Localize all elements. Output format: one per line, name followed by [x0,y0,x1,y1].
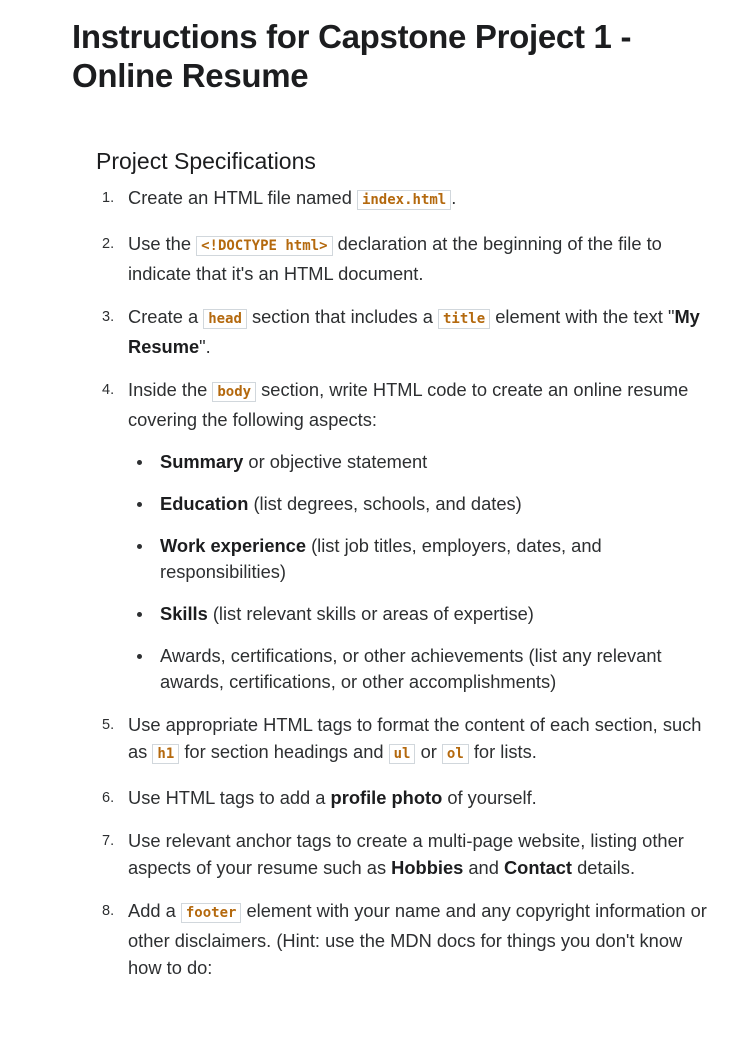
step-text: Use the [128,233,197,254]
inline-code: index.html [356,190,452,210]
step-text: Inside the [128,379,213,400]
bullet-icon [137,502,142,507]
inline-code: <!DOCTYPE html> [196,236,333,256]
step-text: Use HTML tags to add a [128,787,331,808]
step-text: or [415,741,442,762]
section-heading: Project Specifications [96,148,316,174]
bold-text: Hobbies [391,857,464,878]
inline-code: h1 [152,744,180,764]
bullet-item: Work experience (list job titles, employ… [137,533,718,585]
specifications-list: 1. Create an HTML file named index.html. … [96,184,718,997]
step-text: ". [199,336,211,357]
bullet-item: Skills (list relevant skills or areas of… [137,601,718,627]
bold-text: Education [160,493,249,514]
list-item: 5. Use appropriate HTML tags to format th… [102,711,718,768]
bold-text: Skills [160,603,208,624]
bullet-item: Awards, certifications, or other achieve… [137,643,718,695]
step-number: 5. [102,717,115,733]
inline-code: ul [388,744,416,764]
bullet-icon [137,612,142,617]
step-text: element with the text " [490,306,675,327]
bullet-text: or objective statement [243,451,428,472]
step-text: section that includes a [246,306,438,327]
step-number: 8. [102,903,115,919]
bullet-icon [137,460,142,465]
list-item: 7. Use relevant anchor tags to create a m… [102,827,718,881]
bold-text: profile photo [330,787,443,808]
step-number: 3. [102,309,115,325]
bold-text: Contact [503,857,573,878]
step-number: 6. [102,790,115,806]
step-text: of yourself. [442,787,537,808]
bullet-text: Awards, certifications, or other achieve… [160,645,662,692]
inline-code: body [212,382,257,402]
page-title: Instructions for Capstone Project 1 - On… [72,18,632,94]
list-item: 3. Create a head section that includes a … [102,303,718,360]
step-text: Add a [128,900,181,921]
bullet-text: (list relevant skills or areas of expert… [207,603,534,624]
bullet-text: (list degrees, schools, and dates) [248,493,522,514]
step-text: for lists. [468,741,537,762]
inline-code: ol [441,744,469,764]
inline-code: title [437,309,491,329]
resume-aspects-list: Summary or objective statement Education… [128,449,718,695]
step-text: . [451,187,457,208]
step-number: 2. [102,236,115,252]
bold-text: Work experience [160,535,306,556]
step-text: Create a [128,306,204,327]
list-item: 4. Inside the body section, write HTML co… [102,376,718,695]
step-text: details. [572,857,636,878]
list-item: 8. Add a footer element with your name an… [102,897,718,981]
step-number: 1. [102,190,115,206]
list-item: 1. Create an HTML file named index.html. [102,184,718,214]
bullet-icon [137,654,142,659]
bold-text: Summary [160,451,244,472]
bullet-item: Education (list degrees, schools, and da… [137,491,718,517]
bullet-icon [137,544,142,549]
list-item: 2. Use the <!DOCTYPE html> declaration at… [102,230,718,287]
inline-code: head [203,309,247,329]
inline-code: footer [180,903,242,923]
step-number: 7. [102,833,115,849]
list-item: 6. Use HTML tags to add a profile photo o… [102,784,718,811]
step-text: and [463,857,504,878]
bullet-item: Summary or objective statement [137,449,718,475]
step-number: 4. [102,382,115,398]
step-text: for section headings and [179,741,389,762]
step-text: Create an HTML file named [128,187,357,208]
